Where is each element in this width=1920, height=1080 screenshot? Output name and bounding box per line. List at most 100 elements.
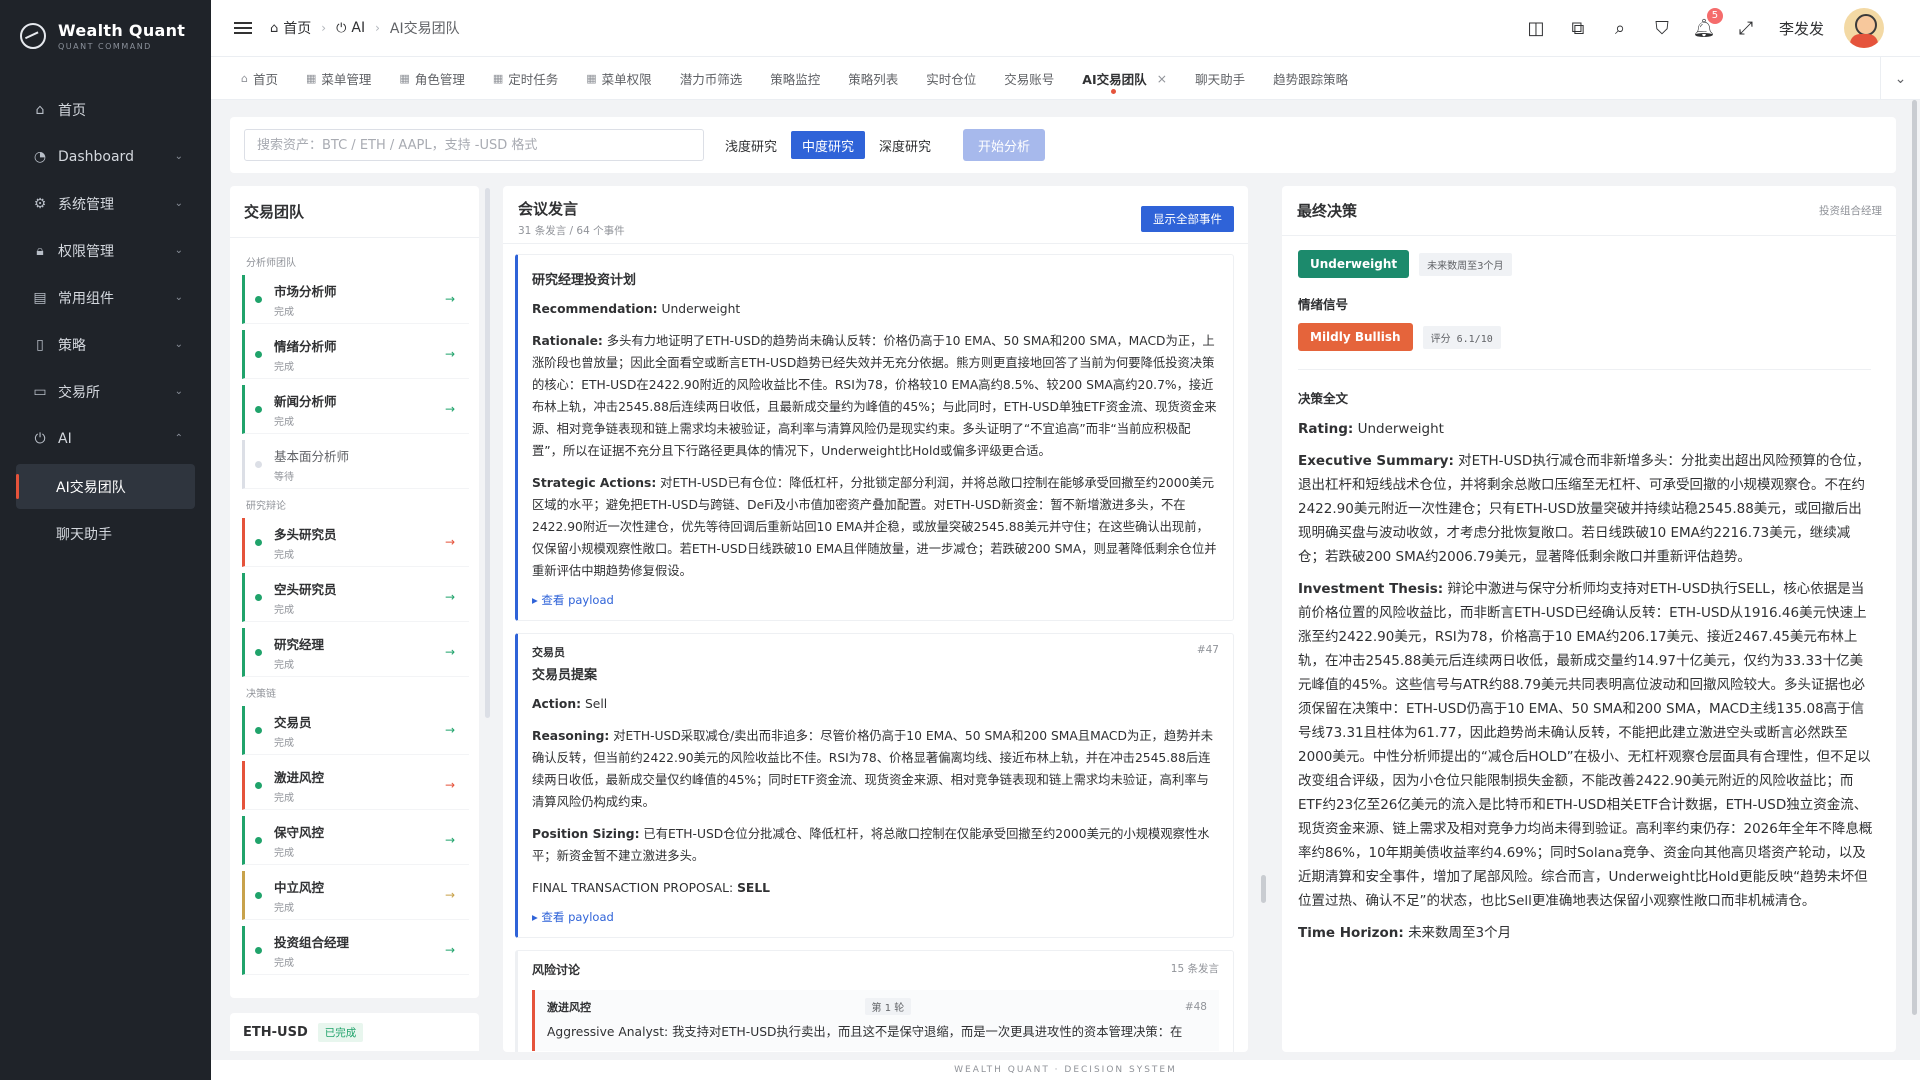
page-scrollbar[interactable] (1912, 100, 1917, 1015)
sidebar-subitem-ai-team[interactable]: AI交易团队 (16, 464, 195, 509)
tab-3[interactable]: ▦ 定时任务 (493, 57, 558, 100)
action-value: Sell (584, 697, 608, 711)
member-name: 交易员 (274, 714, 312, 730)
sidebar-item-home[interactable]: ⌂ 首页 (0, 86, 211, 133)
team-member[interactable]: 多头研究员 完成 → (242, 518, 469, 567)
member-name: 新闻分析师 (274, 393, 337, 409)
power-icon: ⏻ (336, 20, 347, 36)
tab-2[interactable]: ▦ 角色管理 (399, 57, 464, 100)
grid-icon: ▦ (586, 71, 597, 85)
team-member[interactable]: 投资组合经理 完成 → (242, 926, 469, 975)
sentiment-row: Mildly Bullish 评分 6.1/10 (1298, 323, 1881, 351)
team-member[interactable]: 空头研究员 完成 → (242, 573, 469, 622)
sidebar-item-dashboard[interactable]: ◔ Dashboard ⌄ (0, 133, 211, 180)
tab-label: AI交易团队 (1082, 71, 1147, 87)
tab-5[interactable]: 潜力币筛选 (680, 57, 743, 100)
brand-logo-icon (20, 23, 46, 49)
tab-1[interactable]: ▦ 菜单管理 (306, 57, 371, 100)
depth-medium-button[interactable]: 中度研究 (791, 131, 866, 159)
sidebar-item-strategy[interactable]: ▯ 策略 ⌄ (0, 321, 211, 368)
layout-icon[interactable]: ◫ (1525, 17, 1547, 39)
translate-icon[interactable]: ⧉ (1567, 17, 1589, 39)
tab-4[interactable]: ▦ 菜单权限 (586, 57, 651, 100)
tab-0[interactable]: ⌂ 首页 (241, 57, 278, 100)
meeting-scrollbar[interactable] (1261, 875, 1266, 903)
arrow-right-icon: → (444, 402, 455, 416)
tab-11[interactable]: 聊天助手 (1195, 57, 1245, 100)
member-name: 激进风控 (274, 769, 325, 785)
risk-discussion-header: 风险讨论 15 条发言 (532, 961, 1219, 978)
chevron-down-icon: ⌄ (174, 386, 183, 397)
team-member[interactable]: 基本面分析师 等待 (242, 440, 469, 489)
sidebar-item-components[interactable]: ▤ 常用组件 ⌄ (0, 274, 211, 321)
team-member[interactable]: 交易员 完成 → (242, 706, 469, 755)
breadcrumb-item-ai[interactable]: ⏻ AI (336, 20, 365, 36)
search-icon[interactable]: ⌕ (1609, 17, 1631, 39)
tab-7[interactable]: 策略列表 (848, 57, 898, 100)
view-payload-link[interactable]: ▸ 查看 payload (532, 592, 1219, 608)
asset-search-input[interactable] (244, 129, 704, 161)
depth-shallow-button[interactable]: 浅度研究 (714, 131, 788, 159)
sidebar-item-label: 常用组件 (58, 290, 114, 307)
chevron-down-icon: ⌄ (174, 198, 183, 209)
breadcrumb-separator-icon: › (321, 21, 327, 35)
tab-9[interactable]: 交易账号 (1004, 57, 1054, 100)
sidebar-item-ai[interactable]: ⏻ AI ⌃ (0, 415, 211, 462)
asset-card[interactable]: ETH-USD 已完成 (230, 1013, 479, 1051)
rating-badge: Underweight (1298, 250, 1410, 278)
team-member[interactable]: 新闻分析师 完成 → (242, 385, 469, 434)
member-name: 基本面分析师 (274, 448, 350, 464)
rationale-text: 多头有力地证明了ETH-USD的趋势尚未确认反转：价格仍高于10 EMA、50 … (532, 334, 1217, 458)
sizing-line: Position Sizing: 已有ETH-USD仓位分批减仓、降低杠杆，将总… (532, 823, 1219, 867)
member-name: 多头研究员 (274, 526, 337, 542)
home-icon: ⌂ (270, 20, 279, 36)
avatar[interactable] (1844, 8, 1884, 48)
sidebar-item-permission[interactable]: 🔒︎ 权限管理 ⌄ (0, 227, 211, 274)
tab-6[interactable]: 策略监控 (770, 57, 820, 100)
field-label: Action: (532, 697, 582, 711)
fullscreen-icon[interactable]: ⤢ (1735, 17, 1757, 39)
member-info: 情绪分析师 完成 (274, 336, 445, 373)
team-scrollbar[interactable] (485, 188, 490, 718)
search-toolbar: 浅度研究 中度研究 深度研究 开始分析 (230, 117, 1896, 173)
tab-12[interactable]: 趋势跟踪策略 (1273, 57, 1348, 100)
team-member[interactable]: 中立风控 完成 → (242, 871, 469, 920)
team-member[interactable]: 保守风控 完成 → (242, 816, 469, 865)
final-proposal-line: FINAL TRANSACTION PROPOSAL: SELL (532, 877, 1219, 899)
chevron-up-icon: ⌃ (174, 433, 183, 444)
sidebar-subitem-chat-assistant[interactable]: 聊天助手 (16, 511, 195, 556)
team-member[interactable]: 激进风控 完成 → (242, 761, 469, 810)
arrow-right-icon: → (444, 292, 455, 306)
member-info: 市场分析师 完成 (274, 281, 445, 318)
sidebar-item-exchange[interactable]: ▭ 交易所 ⌄ (0, 368, 211, 415)
member-status: 完成 (274, 847, 294, 859)
sidebar-menu: ⌂ 首页 ◔ Dashboard ⌄ ⚙ 系统管理 ⌄ 🔒︎ 权限管理 ⌄ ▤ … (0, 72, 211, 556)
tab-10[interactable]: AI交易团队 × (1082, 57, 1167, 100)
member-name: 中立风控 (274, 879, 325, 895)
bell-icon[interactable]: 🔔︎ 5 (1693, 8, 1723, 39)
show-all-events-button[interactable]: 显示全部事件 (1141, 206, 1234, 232)
chevron-down-icon[interactable]: ⌄ (1880, 57, 1920, 100)
brand[interactable]: Wealth Quant QUANT COMMAND (0, 0, 211, 72)
meeting-header: 会议发言 31 条发言 / 64 个事件 显示全部事件 (503, 186, 1248, 244)
member-name: 研究经理 (274, 636, 325, 652)
message-title: 交易员提案 (532, 668, 598, 683)
team-member[interactable]: 市场分析师 完成 → (242, 275, 469, 324)
breadcrumb-item-home[interactable]: ⌂ 首页 (270, 18, 311, 38)
start-analysis-button[interactable]: 开始分析 (963, 129, 1046, 161)
depth-deep-button[interactable]: 深度研究 (868, 131, 942, 159)
asset-name: ETH-USD (243, 1024, 308, 1040)
breadcrumb-label: 首页 (283, 21, 312, 37)
team-member[interactable]: 研究经理 完成 → (242, 628, 469, 677)
tab-8[interactable]: 实时仓位 (926, 57, 976, 100)
gear-icon: ⚙ (33, 195, 47, 212)
user-name[interactable]: 李发发 (1779, 18, 1824, 39)
member-name: 投资组合经理 (274, 934, 350, 950)
team-member[interactable]: 情绪分析师 完成 → (242, 330, 469, 379)
menu-toggle-icon[interactable] (234, 19, 252, 37)
member-info: 新闻分析师 完成 (274, 391, 445, 428)
theme-shirt-icon[interactable]: ⛉ (1651, 17, 1673, 39)
view-payload-link[interactable]: ▸ 查看 payload (532, 909, 1219, 925)
sidebar-item-system[interactable]: ⚙ 系统管理 ⌄ (0, 180, 211, 227)
close-icon[interactable]: × (1157, 71, 1167, 86)
